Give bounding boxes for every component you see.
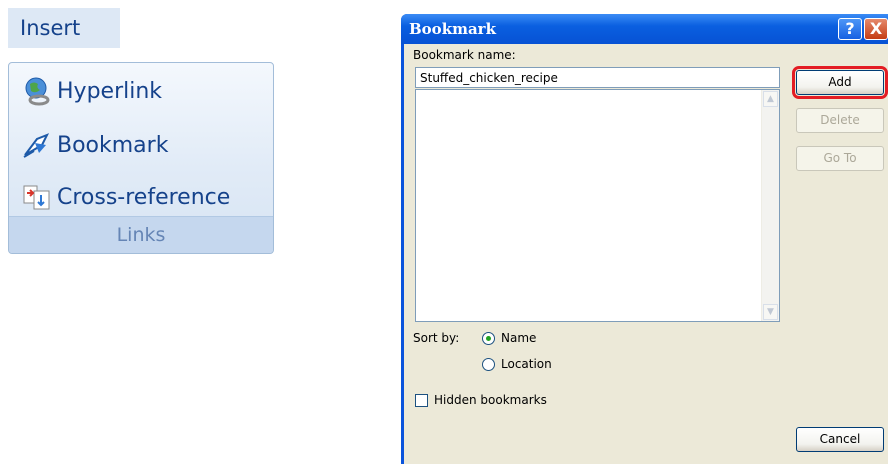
cross-reference-icon xyxy=(19,181,55,213)
hyperlink-button[interactable]: Hyperlink xyxy=(19,73,162,109)
sort-name-label: Name xyxy=(501,331,537,345)
bookmark-button[interactable]: Bookmark xyxy=(19,127,168,163)
close-button[interactable]: X xyxy=(864,18,888,40)
links-group: Hyperlink Bookmark Cross-reference Links xyxy=(8,62,274,254)
bookmark-icon xyxy=(19,129,55,161)
bookmark-name-input[interactable] xyxy=(415,67,780,88)
go-to-button[interactable]: Go To xyxy=(796,146,884,171)
bookmark-dialog: Bookmark ? X Bookmark name: ▲ ▼ Add Dele… xyxy=(401,14,888,464)
dialog-title: Bookmark xyxy=(409,20,496,38)
checkbox-icon[interactable] xyxy=(415,393,428,407)
sort-location-label: Location xyxy=(501,357,552,371)
scroll-down-icon[interactable]: ▼ xyxy=(763,304,778,320)
bookmark-name-label: Bookmark name: xyxy=(413,48,516,62)
radio-unselected-icon[interactable] xyxy=(482,357,495,371)
hyperlink-label: Hyperlink xyxy=(57,78,163,104)
hidden-bookmarks-checkbox[interactable]: Hidden bookmarks xyxy=(415,393,547,407)
scroll-up-icon[interactable]: ▲ xyxy=(763,91,778,107)
dialog-body: Bookmark name: ▲ ▼ Add Delete Go To Sort… xyxy=(404,44,888,464)
radio-selected-icon[interactable] xyxy=(482,331,495,345)
add-button[interactable]: Add xyxy=(792,66,888,99)
sort-location-radio[interactable]: Location xyxy=(482,357,552,371)
group-label: Links xyxy=(9,216,273,253)
delete-button[interactable]: Delete xyxy=(796,108,884,133)
hyperlink-icon xyxy=(19,75,55,107)
dialog-titlebar[interactable]: Bookmark ? X xyxy=(401,14,888,44)
hidden-bookmarks-label: Hidden bookmarks xyxy=(434,393,547,407)
bookmark-label: Bookmark xyxy=(57,132,169,158)
cancel-button[interactable]: Cancel xyxy=(796,427,884,452)
tab-insert[interactable]: Insert xyxy=(8,8,120,48)
cross-reference-label: Cross-reference xyxy=(57,184,231,210)
sort-by-label: Sort by: xyxy=(413,331,460,345)
help-button[interactable]: ? xyxy=(838,18,862,40)
bookmark-list[interactable]: ▲ ▼ xyxy=(415,89,780,322)
list-scrollbar[interactable]: ▲ ▼ xyxy=(761,90,779,321)
sort-name-radio[interactable]: Name xyxy=(482,331,536,345)
cross-reference-button[interactable]: Cross-reference xyxy=(19,179,230,215)
